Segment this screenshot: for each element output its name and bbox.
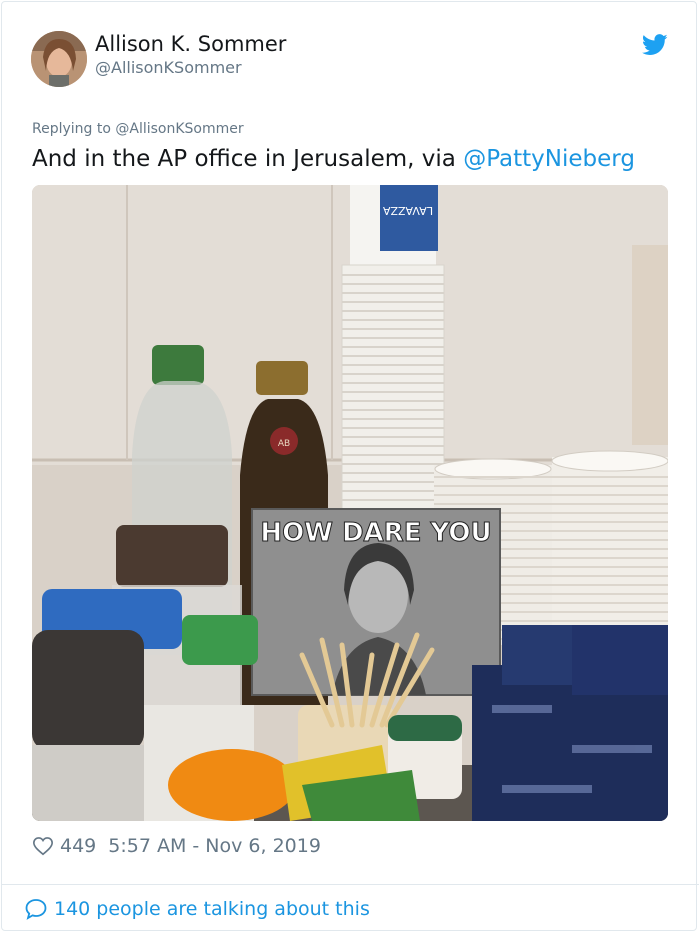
like-count[interactable]: 449 [60, 835, 96, 857]
tweet-timestamp[interactable]: 5:57 AM - Nov 6, 2019 [108, 835, 321, 857]
speech-bubble-icon [25, 899, 47, 920]
divider [1, 884, 699, 885]
mention-link[interactable]: @PattyNieberg [463, 146, 635, 172]
replying-prefix: Replying to [32, 121, 116, 137]
conversation-link[interactable]: 140 people are talking about this [24, 895, 370, 923]
tweet-text: And in the AP office in Jerusalem, via @… [32, 143, 635, 175]
replying-to-handle[interactable]: @AllisonKSommer [115, 121, 243, 137]
replying-to: Replying to @AllisonKSommer [32, 120, 244, 138]
avatar[interactable] [31, 31, 87, 87]
photo-illustration: LAVAZZA AB HOW DARE YOU [32, 185, 668, 821]
conversation-text[interactable]: 140 people are talking about this [54, 898, 370, 920]
bottle-label: AB [278, 439, 290, 449]
tweet-photo[interactable]: LAVAZZA AB HOW DARE YOU [32, 185, 668, 821]
author-name[interactable]: Allison K. Sommer [95, 31, 286, 57]
tweet-meta: 449 5:57 AM - Nov 6, 2019 [32, 832, 321, 860]
author-handle[interactable]: @AllisonKSommer [95, 58, 242, 78]
heart-icon[interactable] [32, 835, 54, 857]
cup-brand-label: LAVAZZA [382, 204, 433, 217]
tweet-body: And in the AP office in Jerusalem, via [32, 146, 464, 172]
twitter-bird-icon[interactable] [642, 34, 668, 56]
